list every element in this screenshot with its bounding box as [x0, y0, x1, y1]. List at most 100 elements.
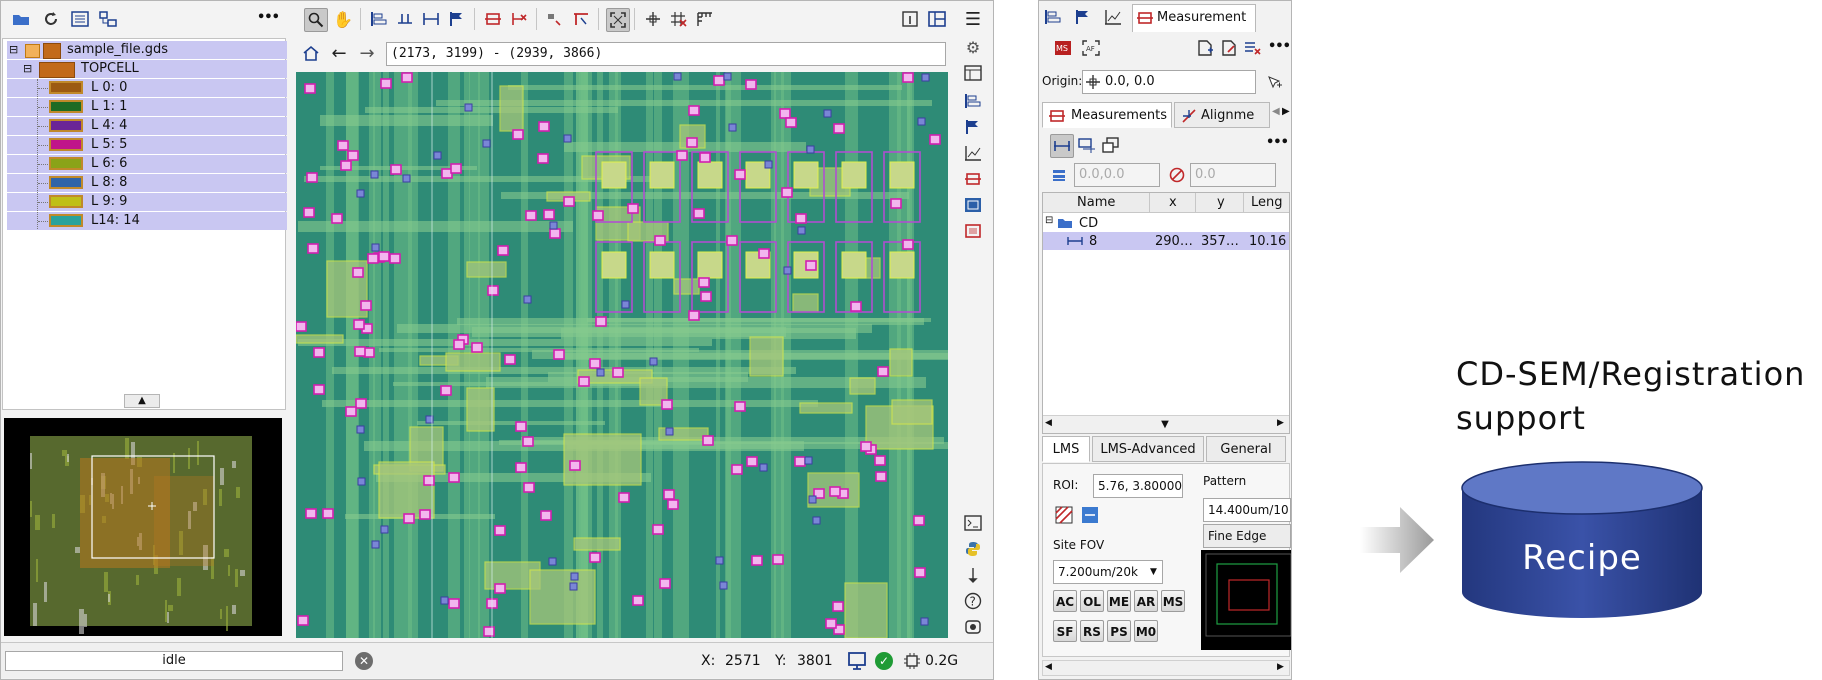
panel-hscrollbar[interactable]: ◀ ▶: [1042, 660, 1290, 676]
collapse-icon[interactable]: ⊟: [9, 41, 18, 59]
layer-color-swatch[interactable]: [49, 176, 83, 189]
align-left-icon[interactable]: [368, 8, 390, 30]
pick-origin-icon[interactable]: [1264, 72, 1286, 94]
zoom-tool-icon[interactable]: [304, 8, 328, 32]
settings-gear-icon[interactable]: ⚙: [962, 36, 984, 58]
mode-button-ol[interactable]: OL: [1080, 590, 1104, 612]
layer-row[interactable]: L 1: 1: [7, 98, 287, 116]
cd-measure-icon[interactable]: [482, 8, 504, 30]
chart-panel-icon[interactable]: [962, 142, 984, 164]
tab-measurement[interactable]: Measurement: [1132, 4, 1256, 32]
help-icon[interactable]: ?: [962, 590, 984, 612]
mode-button-me[interactable]: ME: [1107, 590, 1131, 612]
ruler-icon[interactable]: [694, 8, 716, 30]
back-arrow-icon[interactable]: ←: [328, 42, 350, 64]
pattern-field[interactable]: 14.400um/10: [1203, 498, 1291, 522]
multi-measure-icon[interactable]: [1076, 134, 1098, 156]
group-measure-icon[interactable]: [1100, 134, 1122, 156]
layer-color-swatch[interactable]: [49, 138, 83, 151]
scroll-left-icon[interactable]: ◀: [1045, 662, 1052, 672]
position-field[interactable]: 0.0,0.0: [1074, 163, 1160, 187]
mode-button-sf[interactable]: SF: [1053, 620, 1077, 642]
pen-tool-icon[interactable]: [962, 564, 984, 586]
tab-lms-advanced[interactable]: LMS-Advanced: [1092, 436, 1204, 462]
monitor-icon[interactable]: [847, 651, 867, 675]
align-tab-icon[interactable]: [1042, 6, 1064, 28]
tab-general[interactable]: General: [1206, 436, 1286, 462]
length-field[interactable]: 0.0: [1190, 163, 1276, 187]
layer-stack-icon[interactable]: [1048, 164, 1070, 186]
mode-button-rs[interactable]: RS: [1080, 620, 1104, 642]
site-fov-select[interactable]: 7.200um/20k ▼: [1053, 560, 1163, 584]
cell-list-icon[interactable]: [69, 8, 91, 30]
file-row[interactable]: ⊟ sample_file.gds: [7, 41, 287, 59]
layer-color-swatch[interactable]: [49, 214, 83, 227]
roi-shape-icon[interactable]: [1079, 504, 1101, 526]
cell-row[interactable]: ⊟ TOPCELL: [7, 60, 287, 78]
clear-status-icon[interactable]: ✕: [355, 652, 373, 670]
more-options-button[interactable]: •••: [257, 10, 280, 25]
add-doc-icon[interactable]: [1194, 37, 1216, 59]
layer-row[interactable]: L 0: 0: [7, 79, 287, 97]
tab-alignment[interactable]: Alignme: [1174, 102, 1270, 128]
plugin-icon[interactable]: [962, 616, 984, 638]
origin-field[interactable]: 0.0, 0.0: [1082, 70, 1256, 94]
more-options-button[interactable]: •••: [1268, 39, 1291, 54]
panel-layout-icon[interactable]: [926, 8, 948, 30]
refresh-icon[interactable]: [40, 8, 62, 30]
layer-color-swatch[interactable]: [49, 195, 83, 208]
measurement-panel-icon[interactable]: [962, 168, 984, 190]
header-name[interactable]: Name: [1077, 195, 1115, 210]
header-x[interactable]: x: [1169, 195, 1177, 210]
layer-row[interactable]: L 9: 9: [7, 193, 287, 211]
delete-list-icon[interactable]: [1242, 37, 1264, 59]
roi-hatch-icon[interactable]: [1053, 504, 1075, 526]
layer-color-swatch[interactable]: [49, 157, 83, 170]
forward-arrow-icon[interactable]: →: [356, 42, 378, 64]
flag-tab-icon[interactable]: [1072, 6, 1094, 28]
layer-row[interactable]: L 5: 5: [7, 136, 287, 154]
crosshair-icon[interactable]: [642, 8, 664, 30]
edit-doc-icon[interactable]: [1218, 37, 1240, 59]
image-panel-icon[interactable]: [962, 194, 984, 216]
view-coordinates-field[interactable]: (2173, 3199) - (2939, 3866): [386, 42, 946, 66]
home-icon[interactable]: [300, 42, 322, 64]
mode-button-m0[interactable]: M0: [1134, 620, 1158, 642]
layer-row[interactable]: L 8: 8: [7, 174, 287, 192]
chart-tab-icon[interactable]: [1102, 6, 1124, 28]
group-row[interactable]: ⊟ CD: [1043, 214, 1289, 232]
flag-icon[interactable]: [446, 8, 468, 30]
pan-hand-icon[interactable]: ✋: [332, 8, 354, 30]
ruler-menu-icon[interactable]: [570, 8, 592, 30]
splitter-handle[interactable]: ▼: [1150, 418, 1180, 432]
scroll-tabs-right-icon[interactable]: ▶: [1282, 106, 1290, 117]
layer-row[interactable]: L 4: 4: [7, 117, 287, 135]
pattern-mode-field[interactable]: Fine Edge: [1203, 524, 1291, 548]
h-measure-icon[interactable]: [1050, 134, 1074, 158]
python-icon[interactable]: [962, 538, 984, 560]
autofocus-icon[interactable]: AF: [1080, 37, 1102, 59]
tab-measurements[interactable]: Measurements: [1042, 102, 1172, 128]
info-page-icon[interactable]: [900, 8, 922, 30]
measure-edge-icon[interactable]: [394, 8, 416, 30]
more-options-button[interactable]: •••: [1266, 135, 1289, 150]
scroll-left-icon[interactable]: ◀: [1045, 418, 1052, 428]
scroll-tabs-left-icon[interactable]: ◀: [1272, 106, 1280, 117]
layout-canvas[interactable]: [296, 72, 948, 638]
navigator-minimap[interactable]: [4, 418, 282, 636]
measure-width-icon[interactable]: [420, 8, 442, 30]
table-view-icon[interactable]: [962, 62, 984, 84]
layer-color-swatch[interactable]: [49, 119, 83, 132]
cd-delete-icon[interactable]: [508, 8, 530, 30]
snap-menu-icon[interactable]: [544, 8, 566, 30]
hierarchy-icon[interactable]: [97, 8, 119, 30]
sem-image-icon[interactable]: MS: [1052, 37, 1074, 59]
scroll-right-icon[interactable]: ▶: [1277, 418, 1284, 428]
menu-icon[interactable]: ☰: [962, 8, 984, 30]
folder-icon[interactable]: [10, 8, 32, 30]
mode-button-ar[interactable]: AR: [1134, 590, 1158, 612]
layer-row[interactable]: L 6: 6: [7, 155, 287, 173]
roi-field[interactable]: 5.76, 3.80000: [1093, 474, 1183, 498]
mode-button-ac[interactable]: AC: [1053, 590, 1077, 612]
header-length[interactable]: Leng: [1251, 195, 1283, 210]
